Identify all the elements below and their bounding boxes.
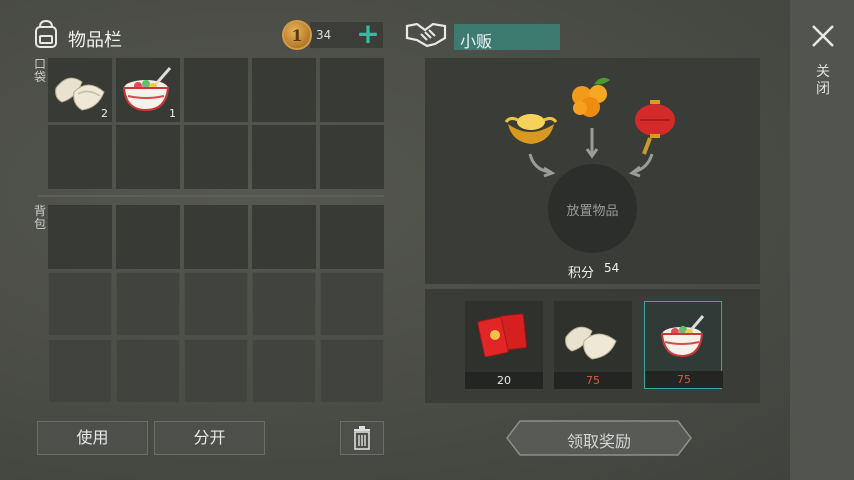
backpack-slot-locked bbox=[48, 272, 112, 336]
pocket-slot-9[interactable] bbox=[252, 125, 316, 189]
item-count: 2 bbox=[101, 107, 108, 120]
tangyuan-bowl-icon bbox=[660, 315, 705, 358]
handshake-icon bbox=[405, 22, 447, 48]
reward-cost: 20 bbox=[465, 372, 543, 389]
backpack-slot-locked bbox=[184, 339, 248, 403]
backpack-slot-locked bbox=[320, 339, 384, 403]
reward-item-selected[interactable]: 75 bbox=[644, 301, 723, 389]
backpack-slot[interactable] bbox=[320, 205, 384, 269]
backpack-slot-locked bbox=[252, 272, 316, 336]
pocket-slot-8[interactable] bbox=[184, 125, 248, 189]
pocket-slot-2[interactable]: 1 bbox=[116, 58, 180, 122]
backpack-slot-locked bbox=[48, 339, 112, 403]
pocket-slot-5[interactable] bbox=[320, 58, 384, 122]
coin-icon: 1 bbox=[282, 20, 312, 50]
split-button[interactable]: 分开 bbox=[154, 421, 265, 455]
gold-ingot-icon bbox=[504, 114, 558, 144]
backpack-slot-locked bbox=[116, 272, 180, 336]
pocket-slot-10[interactable] bbox=[320, 125, 384, 189]
coin-symbol: 1 bbox=[291, 26, 303, 45]
backpack-slot-locked bbox=[184, 272, 248, 336]
use-button[interactable]: 使用 bbox=[37, 421, 148, 455]
backpack-slot-locked bbox=[116, 339, 180, 403]
score-value: 54 bbox=[604, 261, 620, 275]
pocket-slot-3[interactable] bbox=[184, 58, 248, 122]
coin-count: 34 bbox=[316, 28, 332, 42]
backpack-label: 背包 bbox=[33, 204, 46, 231]
red-envelope-icon bbox=[477, 313, 528, 358]
dumplings-icon bbox=[565, 326, 617, 360]
backpack-slot-locked bbox=[320, 272, 384, 336]
add-coins-button[interactable]: + bbox=[356, 20, 380, 48]
backpack-slot[interactable] bbox=[48, 205, 112, 269]
claim-reward-button[interactable] bbox=[506, 420, 692, 456]
backpack-slot[interactable] bbox=[184, 205, 248, 269]
close-icon[interactable] bbox=[809, 22, 837, 50]
pocket-slot-1[interactable]: 2 bbox=[48, 58, 112, 122]
pocket-slot-7[interactable] bbox=[116, 125, 180, 189]
trash-icon bbox=[354, 426, 370, 450]
trash-button[interactable] bbox=[340, 421, 384, 455]
score-label: 积分 bbox=[568, 266, 595, 281]
reward-cost: 75 bbox=[554, 372, 632, 389]
pocket-slot-6[interactable] bbox=[48, 125, 112, 189]
place-item-label: 放置物品 bbox=[566, 204, 619, 219]
reward-item[interactable]: 75 bbox=[554, 301, 632, 389]
red-lantern-icon bbox=[635, 100, 675, 155]
pocket-slot-4[interactable] bbox=[252, 58, 316, 122]
pocket-label: 口袋 bbox=[33, 57, 46, 84]
close-label: 关闭 bbox=[816, 64, 830, 97]
section-divider bbox=[38, 195, 384, 197]
backpack-icon bbox=[35, 19, 57, 48]
inventory-title: 物品栏 bbox=[68, 30, 122, 51]
kumquat-icon bbox=[572, 77, 610, 117]
vendor-name: 小贩 bbox=[460, 32, 493, 51]
backpack-slot[interactable] bbox=[252, 205, 316, 269]
backpack-slot[interactable] bbox=[116, 205, 180, 269]
backpack-slot-locked bbox=[252, 339, 316, 403]
item-count: 1 bbox=[169, 107, 176, 120]
reward-cost: 75 bbox=[645, 371, 723, 388]
reward-item[interactable]: 20 bbox=[465, 301, 543, 389]
